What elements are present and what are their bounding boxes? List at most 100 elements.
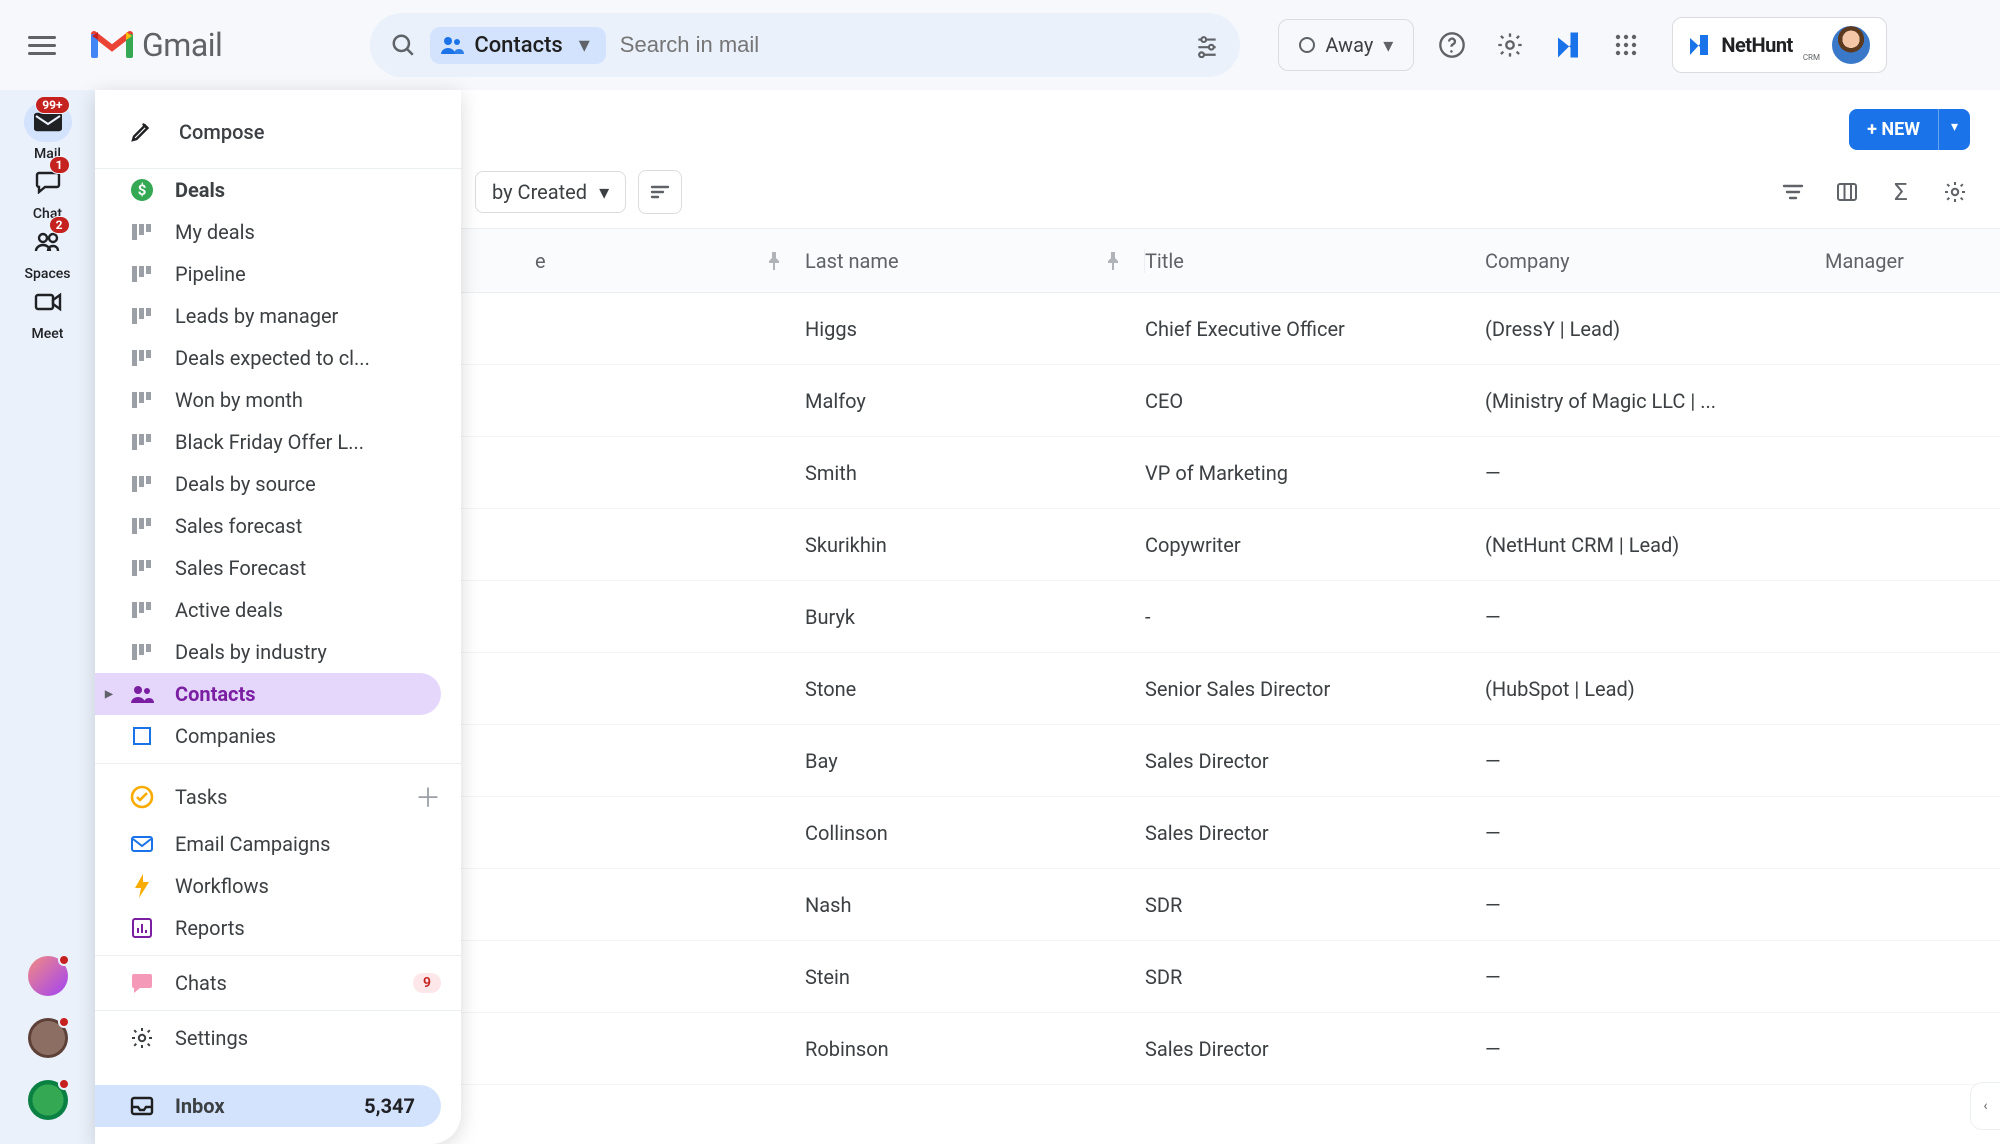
cell-last-name: Bay (805, 749, 838, 773)
sidebar-deals-view-label: My deals (175, 220, 441, 244)
view-settings-gear-icon[interactable] (1940, 177, 1970, 207)
nethunt-brand-suffix: CRM (1803, 53, 1820, 62)
sidebar-item-workflows[interactable]: Workflows (95, 865, 461, 907)
rail-chat-space-1[interactable] (28, 956, 68, 996)
sidebar-email-campaigns-label: Email Campaigns (175, 832, 441, 856)
sum-icon[interactable]: Σ (1886, 177, 1916, 207)
presence-status-button[interactable]: Away ▾ (1278, 19, 1414, 71)
cell-title: CEO (1145, 389, 1183, 413)
cell-last-name: Buryk (805, 605, 855, 629)
rail-item-spaces[interactable]: 2Spaces (24, 222, 72, 282)
people-icon (129, 681, 155, 707)
help-icon[interactable] (1432, 25, 1472, 65)
compose-button[interactable]: Compose (95, 90, 461, 169)
nethunt-app-icon[interactable] (1548, 25, 1588, 65)
col-last-name[interactable]: Last name (805, 249, 899, 273)
sort-dropdown[interactable]: by Created ▾ (475, 171, 626, 213)
cell-last-name: Smith (805, 461, 857, 485)
sidebar-item-companies[interactable]: Companies (95, 715, 461, 757)
sidebar-deals-view[interactable]: Black Friday Offer L... (95, 421, 461, 463)
cell-last-name: Nash (805, 893, 851, 917)
add-task-icon[interactable]: ＋ (415, 778, 441, 815)
sidebar-deals-view-label: Sales forecast (175, 514, 441, 538)
chevron-down-icon: ▾ (599, 180, 609, 204)
rail-chat-space-3[interactable] (28, 1080, 68, 1120)
cell-title: SDR (1145, 893, 1182, 917)
search-scope-chip[interactable]: Contacts ▾ (430, 27, 605, 64)
rail-item-label: Spaces (25, 266, 71, 282)
rail-item-chat[interactable]: 1Chat (24, 162, 72, 222)
col-manager[interactable]: Manager (1825, 249, 1904, 273)
sidebar-item-tasks[interactable]: Tasks ＋ (95, 770, 461, 823)
settings-gear-icon[interactable] (1490, 25, 1530, 65)
rail-bottom-group (28, 956, 68, 1120)
google-apps-icon[interactable] (1606, 25, 1646, 65)
sidebar-chats-label: Chats (175, 971, 393, 995)
sidebar-deals-view[interactable]: Sales forecast (95, 505, 461, 547)
col-company[interactable]: Company (1485, 249, 1570, 273)
side-panel-expand-button[interactable]: ‹ (1970, 1082, 2000, 1130)
sidebar-deals-view[interactable]: Active deals (95, 589, 461, 631)
sidebar-item-email-campaigns[interactable]: Email Campaigns (95, 823, 461, 865)
cell-company: — (1485, 821, 1501, 845)
search-chip-label: Contacts (474, 33, 562, 58)
sidebar-deals-view[interactable]: Deals expected to cl... (95, 337, 461, 379)
sidebar-deals-view-label: Won by month (175, 388, 441, 412)
cell-company: — (1485, 749, 1501, 773)
search-icon[interactable] (390, 32, 416, 58)
new-button-dropdown[interactable]: ▾ (1938, 109, 1970, 150)
rail-badge: 1 (49, 156, 70, 174)
cell-title: Sales Director (1145, 749, 1269, 773)
nethunt-brand-button[interactable]: NetHunt CRM (1672, 17, 1887, 73)
pencil-icon (129, 120, 153, 144)
gmail-logo-icon (90, 28, 134, 62)
search-options-icon[interactable] (1194, 32, 1220, 58)
sidebar-item-contacts[interactable]: ▶ Contacts (95, 673, 441, 715)
chevron-right-icon: ▶ (105, 689, 113, 700)
sidebar-deals-view[interactable]: Deals by industry (95, 631, 461, 673)
board-icon (129, 471, 155, 497)
new-button-label[interactable]: + NEW (1849, 109, 1938, 150)
app-header: Gmail Contacts ▾ (0, 0, 2000, 90)
account-avatar[interactable] (1830, 24, 1872, 66)
rail-badge: 99+ (35, 96, 69, 114)
main-menu-button[interactable] (12, 36, 72, 55)
cell-title: SDR (1145, 965, 1182, 989)
col-first-name-fragment[interactable]: e (535, 249, 546, 273)
board-icon (129, 597, 155, 623)
rail-item-mail[interactable]: 99+Mail (24, 102, 72, 162)
sidebar-deals-view[interactable]: Sales Forecast (95, 547, 461, 589)
board-icon (129, 303, 155, 329)
cell-company: — (1485, 1037, 1501, 1061)
sidebar-deals-view[interactable]: Won by month (95, 379, 461, 421)
gear-icon (129, 1025, 155, 1051)
board-icon (129, 261, 155, 287)
sidebar-settings-label: Settings (175, 1026, 441, 1050)
rail-item-meet[interactable]: Meet (24, 282, 72, 342)
sort-label: by Created (492, 180, 587, 204)
sidebar-deals-view[interactable]: Deals by source (95, 463, 461, 505)
sidebar-deals-view[interactable]: Leads by manager (95, 295, 461, 337)
sidebar-item-reports[interactable]: Reports (95, 907, 461, 949)
sidebar-item-deals[interactable]: $ Deals (95, 169, 461, 211)
filter-icon[interactable] (1778, 177, 1808, 207)
gmail-brand[interactable]: Gmail (90, 26, 222, 64)
sidebar-deals-view-label: Active deals (175, 598, 441, 622)
new-record-button[interactable]: + NEW ▾ (1849, 109, 1970, 150)
sort-direction-button[interactable] (638, 170, 682, 214)
cell-last-name: Stone (805, 677, 856, 701)
col-title[interactable]: Title (1145, 249, 1184, 273)
search-input[interactable] (620, 32, 1181, 58)
sidebar-item-inbox[interactable]: Inbox 5,347 (95, 1085, 441, 1127)
rail-chat-space-2[interactable] (28, 1018, 68, 1058)
pin-icon[interactable] (1106, 252, 1120, 270)
nethunt-brand-text: NetHunt (1721, 33, 1792, 57)
columns-icon[interactable] (1832, 177, 1862, 207)
sidebar-item-settings[interactable]: Settings (95, 1017, 461, 1059)
pin-icon[interactable] (767, 252, 781, 270)
sidebar-item-chats[interactable]: Chats 9 (95, 962, 461, 1004)
cell-title: Sales Director (1145, 821, 1269, 845)
sidebar-deals-view[interactable]: My deals (95, 211, 461, 253)
sidebar-deals-view[interactable]: Pipeline (95, 253, 461, 295)
search-bar[interactable]: Contacts ▾ (370, 13, 1240, 77)
